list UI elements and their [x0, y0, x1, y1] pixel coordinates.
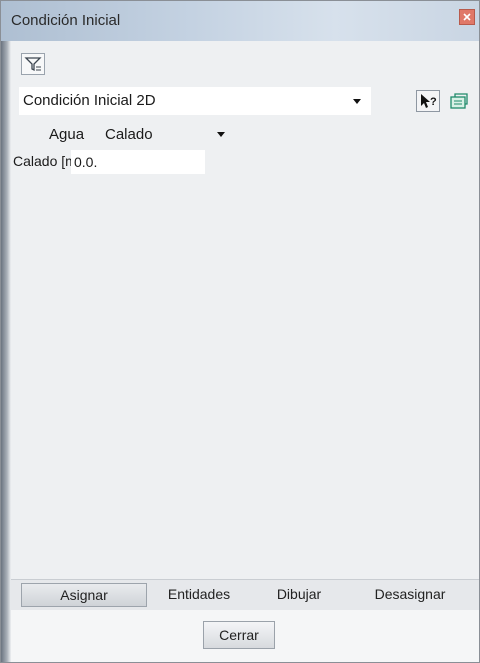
entities-button[interactable]: Entidades	[151, 583, 247, 607]
assign-button[interactable]: Asignar	[21, 583, 147, 607]
close-icon	[463, 13, 471, 21]
condition-dropdown-value: Condición Inicial 2D	[23, 92, 156, 109]
calado-input[interactable]	[71, 150, 205, 174]
unassign-button[interactable]: Desasignar	[351, 583, 469, 607]
filter-button[interactable]	[21, 53, 45, 75]
svg-text:?: ?	[430, 96, 437, 108]
draw-button[interactable]: Dibujar	[251, 583, 347, 607]
export-icon[interactable]	[448, 91, 470, 111]
chevron-down-icon	[353, 99, 361, 104]
window-close-button[interactable]	[459, 9, 475, 25]
action-bar: Asignar Entidades Dibujar Desasignar	[11, 579, 479, 611]
export-icon-glyph	[450, 93, 468, 109]
filter-icon	[24, 57, 42, 72]
help-button[interactable]: ?	[416, 90, 440, 112]
window-title: Condición Inicial	[11, 12, 121, 29]
title-bar[interactable]: Condición Inicial	[1, 1, 479, 42]
condition-window: Condición Inicial Condición Inicial 2D ?	[0, 0, 480, 663]
close-button[interactable]: Cerrar	[203, 621, 275, 649]
agua-dropdown-value: Calado	[105, 126, 153, 143]
chevron-down-icon	[217, 132, 225, 137]
footer-area: Cerrar	[11, 610, 479, 662]
window-left-edge	[1, 41, 11, 662]
content-panel: Condición Inicial 2D ? Agua Calado Calad…	[11, 41, 479, 601]
help-pointer-icon: ?	[421, 94, 437, 108]
condition-dropdown[interactable]: Condición Inicial 2D	[19, 87, 371, 115]
agua-label: Agua	[49, 126, 85, 143]
agua-dropdown[interactable]: Calado	[101, 124, 231, 146]
